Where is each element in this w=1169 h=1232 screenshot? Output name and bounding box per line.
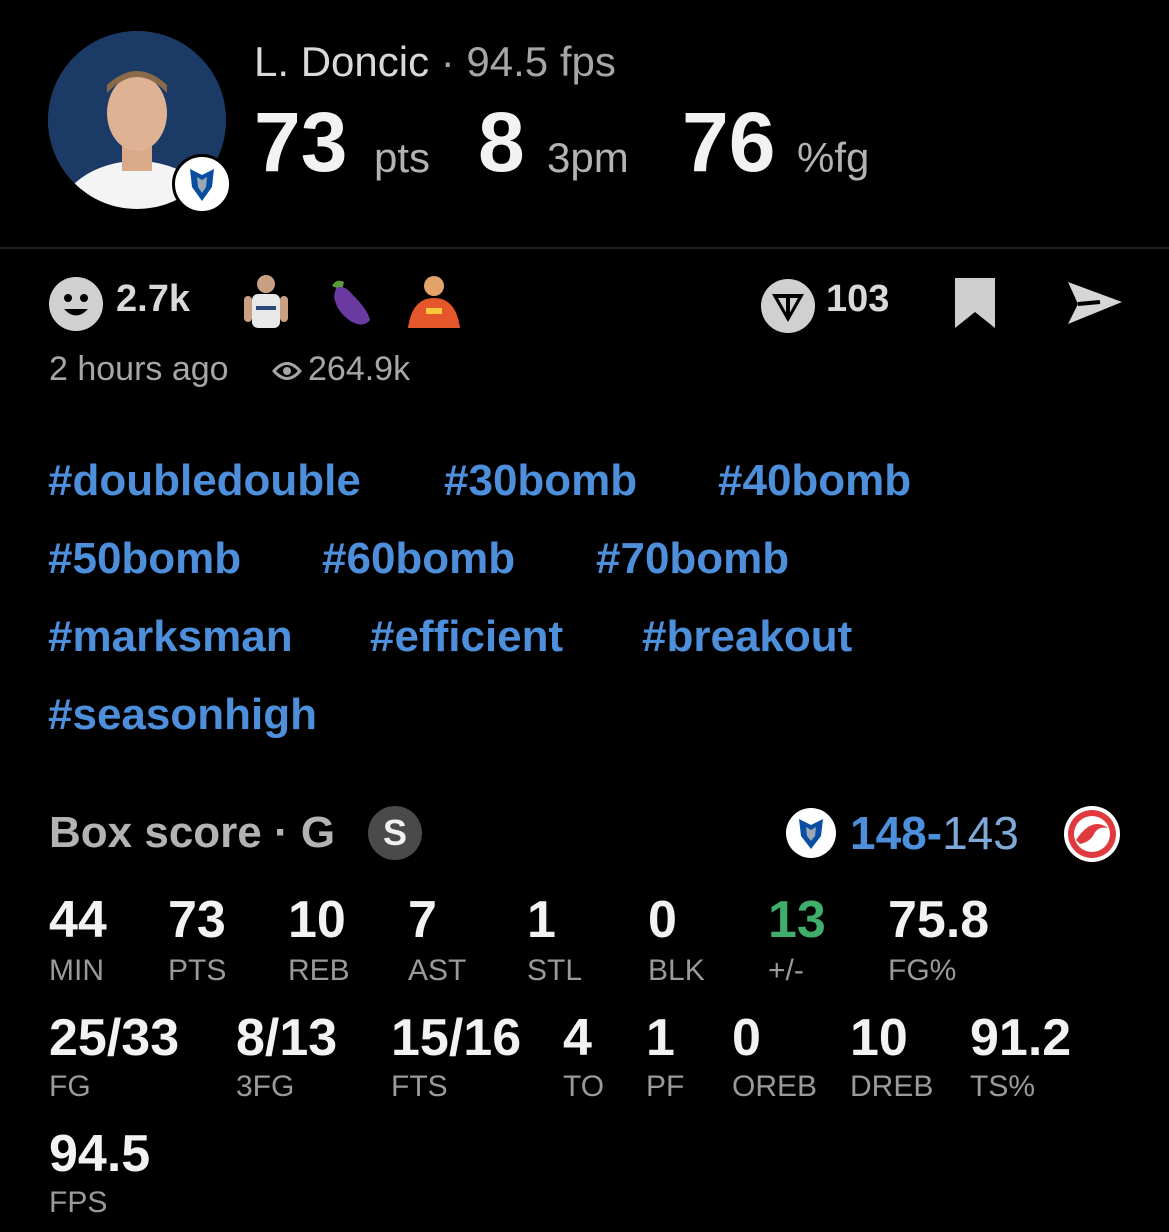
stat-label: MIN [49, 954, 104, 987]
stat-value: 44 [49, 891, 107, 949]
views: 264.9k [272, 350, 410, 391]
bookmark-icon[interactable] [952, 276, 998, 330]
send-icon[interactable] [1066, 280, 1124, 326]
stat-label: DREB [850, 1070, 934, 1103]
player-sticker-icon[interactable] [236, 270, 296, 330]
hashtag[interactable]: #marksman [48, 612, 293, 662]
game-score[interactable]: 148-143 [850, 806, 1019, 860]
reaction-count[interactable]: 2.7k [116, 278, 190, 321]
hashtag[interactable]: #efficient [370, 612, 563, 662]
fps-text: 94.5 fps [466, 38, 616, 85]
stat-value: 94.5 [49, 1125, 151, 1183]
box-score-title: Box score · G [49, 808, 336, 857]
plus-minus-value: 13 [768, 891, 826, 949]
s-badge[interactable]: S [368, 806, 422, 860]
divider [0, 247, 1169, 249]
fg-unit: %fg [797, 134, 870, 181]
stat-value: 1 [646, 1009, 675, 1067]
hashtag[interactable]: #60bomb [322, 534, 515, 584]
mavericks-logo-icon [786, 808, 836, 858]
stat-value: 1 [527, 891, 556, 949]
stat-value: 10 [850, 1009, 908, 1067]
hashtag[interactable]: #doubledouble [48, 456, 361, 506]
stat-label: FG% [888, 954, 957, 987]
hashtag[interactable]: #30bomb [444, 456, 637, 506]
stat-label: FG [49, 1070, 91, 1103]
mavericks-logo-icon [172, 154, 232, 214]
comment-badge-icon[interactable] [760, 278, 816, 334]
player-name-line[interactable]: L. Doncic · 94.5 fps [254, 38, 616, 86]
threes-unit: 3pm [547, 134, 629, 181]
comment-count[interactable]: 103 [826, 278, 889, 321]
threes-value: 8 [478, 95, 525, 189]
hashtag[interactable]: #70bomb [596, 534, 789, 584]
hawks-logo-icon [1064, 806, 1120, 862]
points-unit: pts [374, 134, 431, 181]
stat-value: 7 [408, 891, 437, 949]
stat-value: 73 [168, 891, 226, 949]
stat-label: PF [646, 1070, 685, 1103]
stat-label: AST [408, 954, 467, 987]
stat-label: 3FG [236, 1070, 295, 1103]
stat-value: 4 [563, 1009, 592, 1067]
away-score: 143 [942, 807, 1019, 859]
stat-label: REB [288, 954, 350, 987]
hashtag[interactable]: #40bomb [718, 456, 911, 506]
stat-label: BLK [648, 954, 705, 987]
home-score: 148 [850, 807, 927, 859]
stat-value: 91.2 [970, 1009, 1072, 1067]
stat-label: PTS [168, 954, 227, 987]
stat-label: TO [563, 1070, 605, 1103]
hashtag[interactable]: #seasonhigh [48, 690, 317, 740]
fg-value: 76 [682, 95, 776, 189]
points-value: 73 [254, 95, 348, 189]
stat-label: TS% [970, 1070, 1036, 1103]
stat-value: 8/13 [236, 1009, 338, 1067]
smiley-icon[interactable] [48, 276, 104, 332]
stat-value: 15/16 [391, 1009, 522, 1067]
stat-label: FPS [49, 1186, 108, 1219]
player-name[interactable]: L. Doncic [254, 38, 429, 85]
stat-value: 0 [732, 1009, 761, 1067]
stat-value: 75.8 [888, 891, 990, 949]
stat-value: 25/33 [49, 1009, 180, 1067]
stat-label: FTS [391, 1070, 448, 1103]
wrestler-sticker-icon[interactable] [404, 270, 464, 330]
stat-value: 0 [648, 891, 677, 949]
hashtag[interactable]: #50bomb [48, 534, 241, 584]
separator: · [440, 38, 455, 85]
stat-label: OREB [732, 1070, 818, 1103]
stat-label: +/- [768, 954, 804, 987]
hashtag[interactable]: #breakout [642, 612, 852, 662]
stat-label: STL [527, 954, 583, 987]
eggplant-icon[interactable] [322, 272, 380, 330]
stat-value: 10 [288, 891, 346, 949]
time-ago: 2 hours ago [49, 350, 229, 388]
score-dash: - [926, 807, 943, 859]
eye-icon [272, 352, 302, 391]
views-count: 264.9k [308, 350, 411, 388]
